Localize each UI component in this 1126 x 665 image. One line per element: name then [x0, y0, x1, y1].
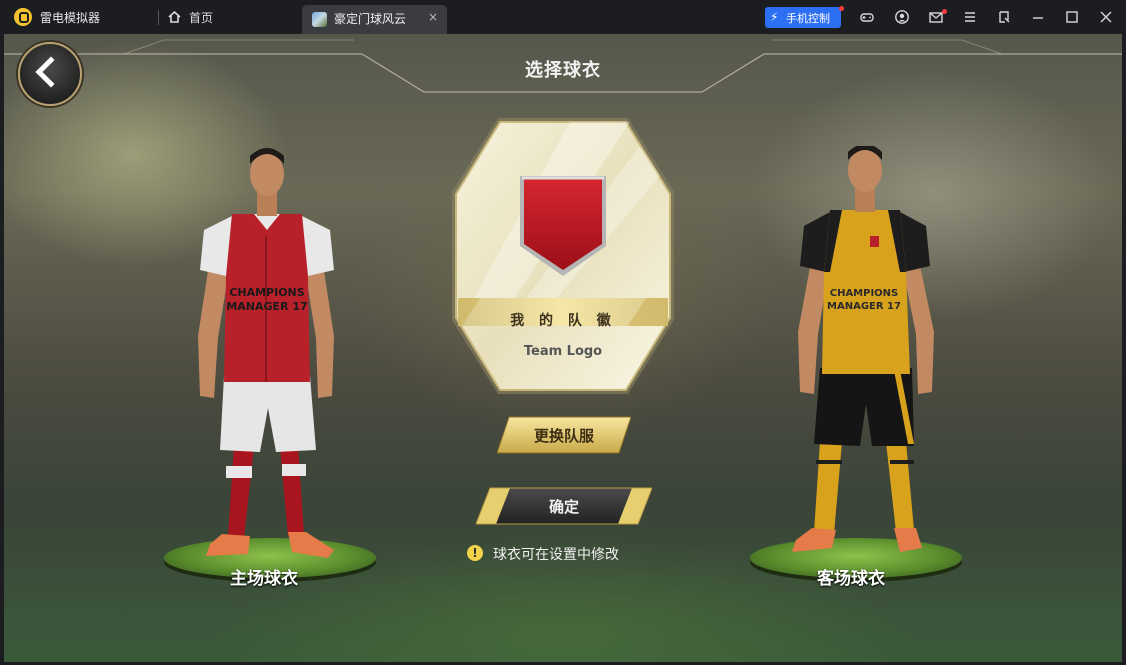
- tab-close-icon[interactable]: ×: [428, 10, 438, 24]
- svg-text:CHAMPIONS: CHAMPIONS: [229, 286, 304, 299]
- phone-control-label: 手机控制: [786, 12, 830, 25]
- change-kit-button[interactable]: 更换队服: [497, 415, 631, 455]
- warning-icon: !: [467, 545, 483, 561]
- bolt-icon: ⚡: [770, 10, 779, 24]
- close-icon[interactable]: [1098, 9, 1114, 25]
- back-button[interactable]: [18, 42, 82, 106]
- svg-text:CHAMPIONS: CHAMPIONS: [830, 288, 899, 299]
- notification-dot: [839, 6, 844, 11]
- svg-text:MANAGER 17: MANAGER 17: [827, 301, 901, 312]
- tab-game[interactable]: 豪定门球风云 ×: [302, 5, 447, 34]
- tab-game-label: 豪定门球风云: [334, 12, 407, 26]
- maximize-icon[interactable]: [1064, 9, 1080, 25]
- user-icon[interactable]: [894, 9, 910, 25]
- svg-text:MANAGER 17: MANAGER 17: [226, 300, 307, 313]
- away-kit-label: 客场球衣: [817, 569, 885, 589]
- title-bar: 雷电模拟器 首页 豪定门球风云 × ⚡ 手机控制: [0, 0, 1126, 34]
- confirm-label: 确定: [548, 498, 579, 516]
- gamepad-icon[interactable]: [859, 9, 875, 25]
- home-kit-player[interactable]: CHAMPIONS MANAGER 17: [192, 146, 342, 566]
- tab-divider: [158, 10, 159, 25]
- home-icon[interactable]: [168, 11, 181, 23]
- game-tab-icon: [312, 12, 327, 27]
- resize-icon[interactable]: [996, 9, 1012, 25]
- mail-notification-dot: [942, 9, 947, 14]
- away-kit-player[interactable]: CHAMPIONS MANAGER 17: [790, 146, 940, 566]
- tab-home[interactable]: 首页: [189, 9, 213, 26]
- page-title: 选择球衣: [525, 60, 601, 81]
- team-logo-label-cn: 我 的 队 徽: [510, 313, 616, 329]
- app-logo-icon: [14, 8, 32, 26]
- chevron-left-icon: [35, 56, 67, 88]
- home-kit-label: 主场球衣: [230, 569, 298, 589]
- team-logo-label-en: Team Logo: [523, 344, 603, 359]
- phone-control-button[interactable]: ⚡ 手机控制: [765, 7, 841, 28]
- menu-icon[interactable]: [962, 9, 978, 25]
- game-screen: 选择球衣 CHAMPIONS MANAGER 17 主场球衣 CHAMPIONS…: [4, 34, 1122, 662]
- confirm-button[interactable]: 确定: [476, 486, 652, 526]
- tip-text: 球衣可在设置中修改: [493, 547, 619, 563]
- window-border-right: [1122, 34, 1126, 665]
- minimize-icon[interactable]: [1030, 9, 1046, 25]
- app-name: 雷电模拟器: [40, 11, 101, 25]
- change-kit-label: 更换队服: [533, 427, 594, 445]
- team-logo-badge[interactable]: 我 的 队 徽 Team Logo: [450, 116, 676, 396]
